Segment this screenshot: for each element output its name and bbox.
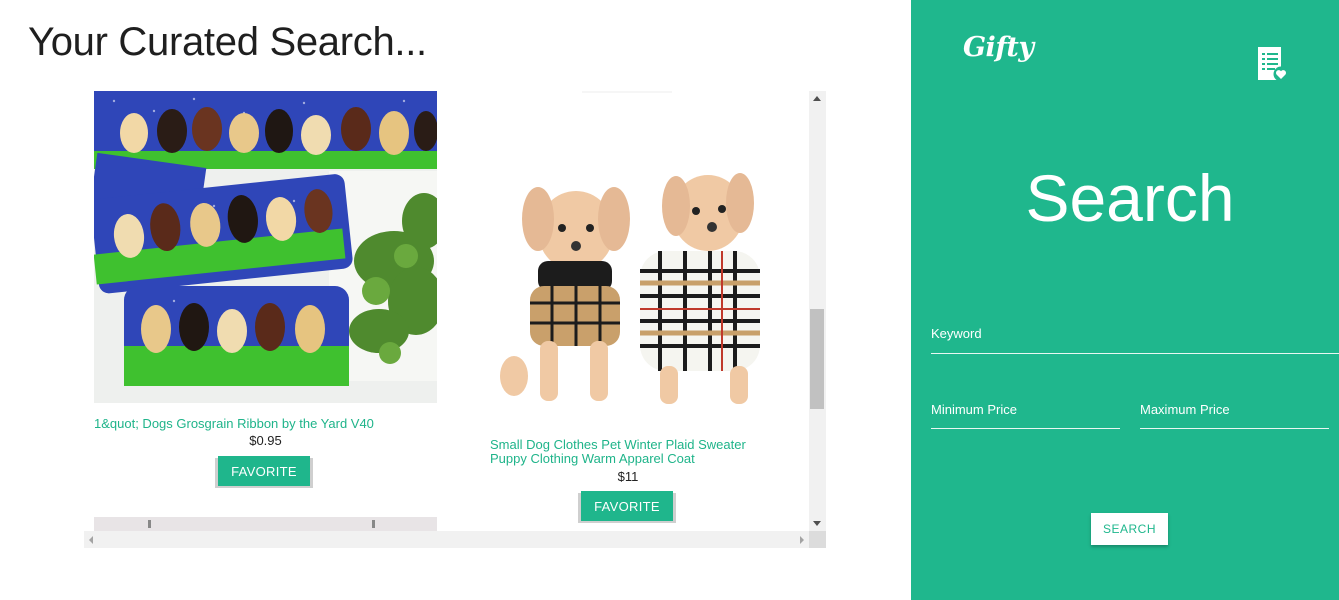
favorite-button[interactable]: FAVORITE [218,456,310,486]
min-price-underline [931,428,1120,429]
vertical-scroll-thumb[interactable] [810,309,824,409]
min-price-input[interactable] [931,399,1123,427]
page-title: Your Curated Search... [28,20,427,64]
gifty-logo[interactable]: Gifty [963,32,1034,63]
favorite-button[interactable]: FAVORITE [581,491,673,521]
scrollbar-corner [809,531,826,548]
product-title-link[interactable]: Small Dog Clothes Pet Winter Plaid Sweat… [490,438,760,466]
product-image-dog-sweater[interactable] [490,91,790,413]
scroll-left-arrow-icon[interactable] [89,536,93,544]
results-panel[interactable]: 1&quot; Dogs Grosgrain Ribbon by the Yar… [84,91,826,548]
horizontal-scrollbar[interactable] [84,531,809,548]
scroll-up-arrow-icon[interactable] [813,96,821,101]
keyword-underline [931,353,1339,354]
search-heading: Search [1025,161,1235,235]
next-product-image-preview [94,517,437,531]
results-grid: 1&quot; Dogs Grosgrain Ribbon by the Yar… [84,91,809,531]
search-button[interactable]: SEARCH [1091,513,1168,545]
wishlist-icon[interactable] [1257,46,1289,82]
product-price: $11 [617,469,639,484]
max-price-input[interactable] [1140,399,1332,427]
scroll-down-arrow-icon[interactable] [813,521,821,526]
product-title-link[interactable]: 1&quot; Dogs Grosgrain Ribbon by the Yar… [94,417,437,431]
product-price: $0.95 [249,433,282,448]
search-sidebar: Gifty Search Keyword Minimum Price Maxim… [911,0,1339,600]
scroll-right-arrow-icon[interactable] [800,536,804,544]
product-image-ribbon[interactable] [94,91,437,403]
keyword-input[interactable] [931,323,1339,351]
max-price-underline [1140,428,1329,429]
vertical-scrollbar[interactable] [809,91,826,531]
